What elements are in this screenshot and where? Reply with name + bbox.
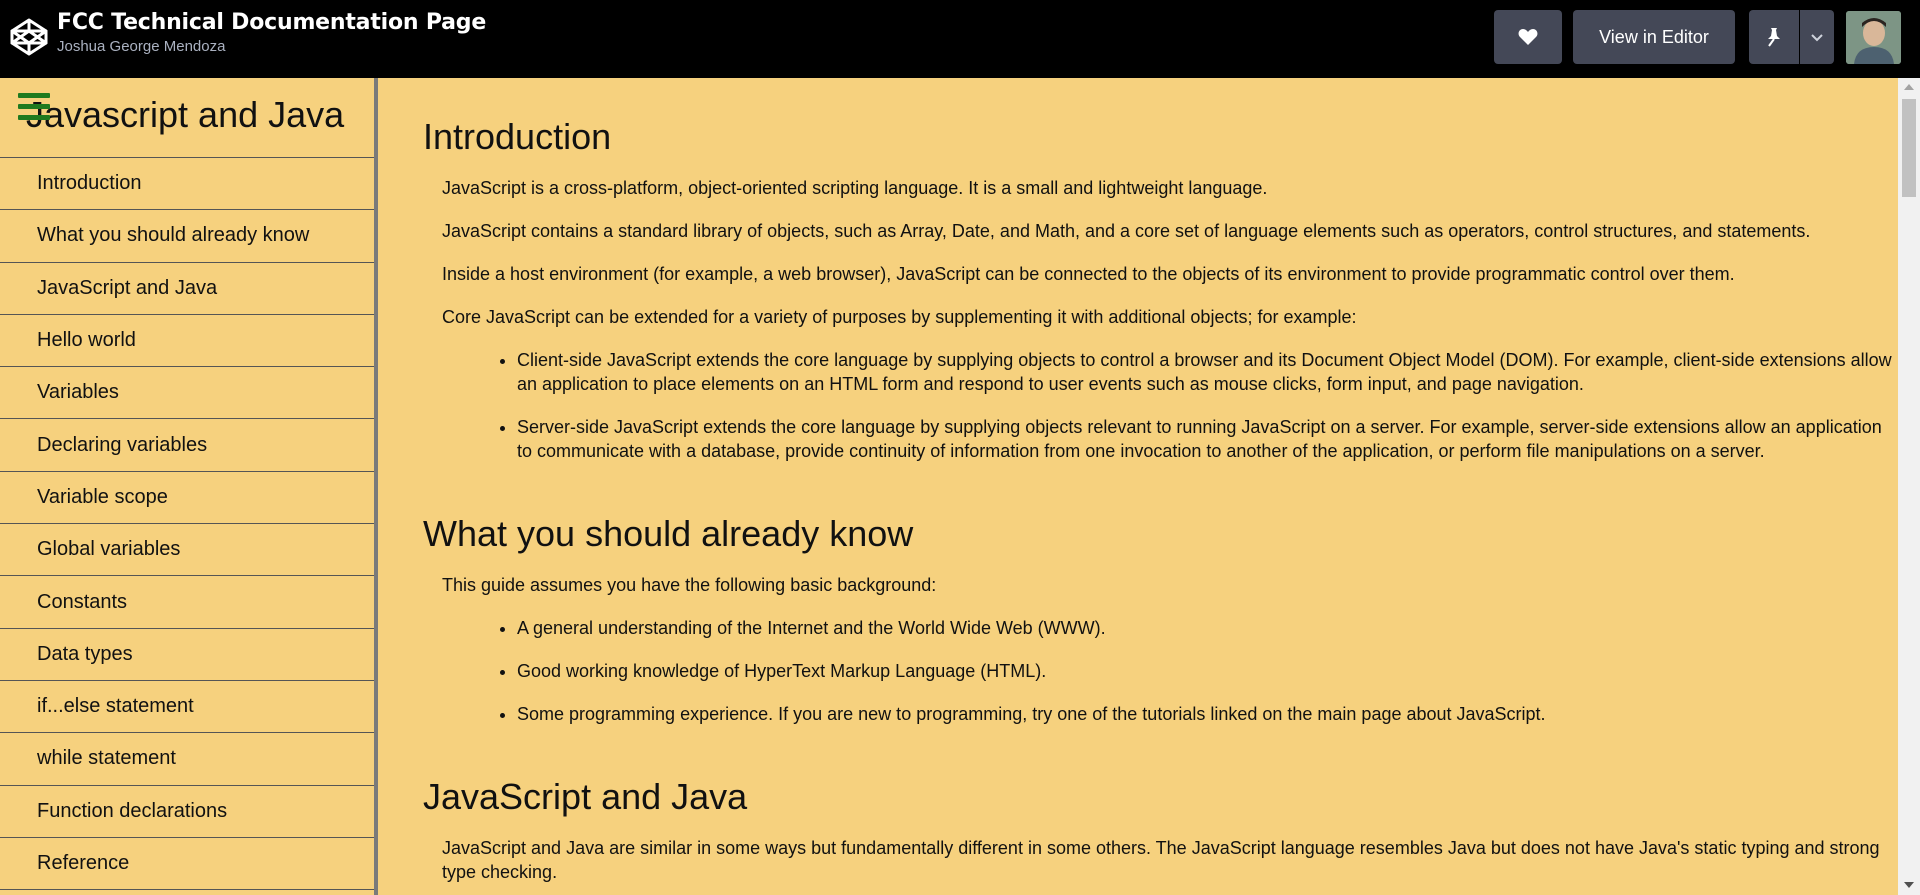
pen-info: FCC Technical Documentation Page Joshua … — [57, 10, 486, 55]
paragraph: JavaScript and Java are similar in some … — [442, 838, 1880, 882]
section-introduction: Introduction JavaScript is a cross-platf… — [382, 78, 1898, 463]
pen-title[interactable]: FCC Technical Documentation Page — [57, 10, 486, 35]
nav-link-declaring-variables[interactable]: Declaring variables — [0, 419, 374, 472]
nav-link-while-statement[interactable]: while statement — [0, 733, 374, 786]
paragraph: Inside a host environment (for example, … — [442, 264, 1735, 284]
chevron-down-icon — [1811, 34, 1823, 42]
list-item: A general understanding of the Internet … — [517, 616, 1898, 640]
bullet-list: A general understanding of the Internet … — [423, 616, 1898, 726]
pin-icon — [1768, 28, 1780, 47]
paragraph: JavaScript is a cross-platform, object-o… — [442, 178, 1268, 198]
scrollbar-thumb[interactable] — [1902, 99, 1916, 197]
section-what-you-should-already-know: What you should already know This guide … — [382, 463, 1898, 726]
nav-link-global-variables[interactable]: Global variables — [0, 524, 374, 577]
navbar-header: Javascript and Java — [0, 78, 374, 158]
section-heading: JavaScript and Java — [423, 776, 748, 817]
vertical-scrollbar[interactable] — [1898, 78, 1920, 895]
heart-button[interactable] — [1494, 10, 1562, 64]
heart-icon — [1518, 29, 1538, 45]
user-avatar[interactable] — [1846, 11, 1901, 64]
nav-link-introduction[interactable]: Introduction — [0, 158, 374, 211]
top-bar: FCC Technical Documentation Page Joshua … — [0, 0, 1920, 78]
avatar-image — [1846, 11, 1901, 64]
list-item: Some programming experience. If you are … — [517, 702, 1898, 726]
paragraph: Core JavaScript can be extended for a va… — [442, 307, 1357, 327]
navbar: Javascript and Java Introduction What yo… — [0, 78, 378, 895]
list-item: Server-side JavaScript extends the core … — [517, 415, 1898, 463]
list-item: Good working knowledge of HyperText Mark… — [517, 659, 1898, 683]
nav-link-constants[interactable]: Constants — [0, 576, 374, 629]
paragraph: JavaScript contains a standard library o… — [442, 221, 1811, 241]
scroll-down-arrow-icon[interactable] — [1904, 882, 1914, 888]
nav-link-function-declarations[interactable]: Function declarations — [0, 786, 374, 838]
nav-link-reference[interactable]: Reference — [0, 838, 374, 891]
nav-link-variable-scope[interactable]: Variable scope — [0, 472, 374, 525]
section-heading: Introduction — [423, 116, 612, 157]
scroll-up-arrow-icon[interactable] — [1904, 84, 1914, 90]
nav-link-hello-world[interactable]: Hello world — [0, 315, 374, 368]
pin-button[interactable] — [1749, 10, 1799, 64]
paragraph: This guide assumes you have the followin… — [442, 575, 937, 595]
main-doc: Introduction JavaScript is a cross-platf… — [382, 78, 1898, 895]
section-heading: What you should already know — [423, 513, 914, 554]
nav-link-data-types[interactable]: Data types — [0, 629, 374, 681]
preview-frame: Javascript and Java Introduction What yo… — [0, 78, 1920, 895]
section-javascript-and-java: JavaScript and Java JavaScript and Java … — [382, 726, 1898, 884]
pin-options-button[interactable] — [1800, 10, 1834, 64]
list-item: Client-side JavaScript extends the core … — [517, 348, 1898, 396]
navbar-title: Javascript and Java — [26, 94, 345, 135]
codepen-logo-icon[interactable] — [9, 17, 49, 57]
view-in-editor-button[interactable]: View in Editor — [1573, 10, 1735, 64]
pen-author[interactable]: Joshua George Mendoza — [57, 38, 486, 55]
hamburger-icon[interactable] — [18, 93, 50, 121]
bullet-list: Client-side JavaScript extends the core … — [423, 348, 1898, 463]
nav-link-variables[interactable]: Variables — [0, 367, 374, 420]
nav-link-javascript-and-java[interactable]: JavaScript and Java — [0, 263, 374, 315]
nav-link-what-you-should-already-know[interactable]: What you should already know — [0, 210, 374, 263]
nav-link-if-else-statement[interactable]: if...else statement — [0, 681, 374, 734]
